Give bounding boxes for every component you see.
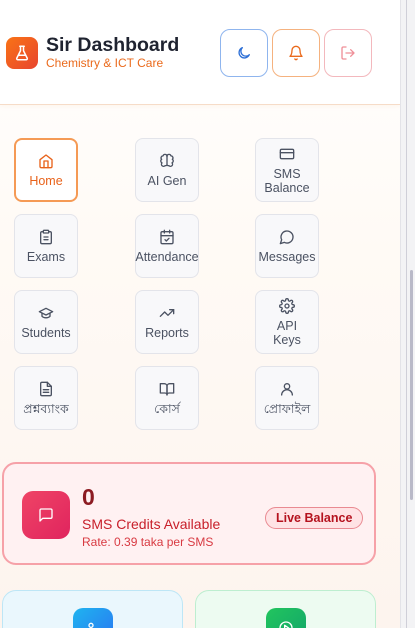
message-icon <box>22 491 70 539</box>
stat-card-green[interactable] <box>195 590 376 628</box>
bell-icon <box>289 45 303 61</box>
users-icon <box>73 608 113 628</box>
menu-item-label: Students <box>21 325 71 340</box>
menu-item-sms-balance[interactable]: SMS Balance <box>255 138 319 202</box>
play-icon <box>266 608 306 628</box>
menu-item-ai-gen[interactable]: AI Gen <box>135 138 199 202</box>
menu-item-label: Attendance <box>135 249 199 264</box>
app-title: Sir Dashboard <box>46 34 180 56</box>
scrollbar-thumb[interactable] <box>410 270 413 500</box>
calendar-check-icon <box>160 229 174 244</box>
menu-item-label: API Keys <box>273 318 301 347</box>
menu-item-label: SMS Balance <box>264 166 310 195</box>
menu-item-course[interactable]: কোর্স <box>135 366 199 430</box>
menu-item-attendance[interactable]: Attendance <box>135 214 199 278</box>
theme-toggle-button[interactable] <box>220 29 268 77</box>
clipboard-icon <box>40 229 52 244</box>
menu-item-students[interactable]: Students <box>14 290 78 354</box>
menu-item-label: প্রশ্নব্যাংক <box>23 401 69 416</box>
sms-rate-text: Rate: 0.39 taka per SMS <box>82 535 214 549</box>
menu-item-label: কোর্স <box>154 401 180 416</box>
menu-item-profile[interactable]: প্রোফাইল <box>255 366 319 430</box>
notifications-button[interactable] <box>272 29 320 77</box>
menu-item-home[interactable]: Home <box>14 138 78 202</box>
moon-icon <box>238 47 250 59</box>
sms-credit-count: 0 <box>82 484 95 510</box>
user-icon <box>281 382 293 396</box>
app-root: Sir Dashboard Chemistry & ICT Care Home <box>0 0 400 628</box>
gear-icon <box>279 297 295 314</box>
menu-item-label: Messages <box>258 249 316 264</box>
flask-logo-icon <box>6 37 38 69</box>
scrollbar-divider <box>406 0 407 628</box>
live-balance-badge: Live Balance <box>265 507 364 529</box>
credit-card-icon <box>279 148 295 159</box>
logout-icon <box>341 46 355 60</box>
menu-item-exams[interactable]: Exams <box>14 214 78 278</box>
stat-card-blue[interactable] <box>2 590 183 628</box>
chat-bubble-icon <box>279 229 294 244</box>
graduation-cap-icon <box>38 307 54 318</box>
menu-item-label: প্রোফাইল <box>263 401 311 416</box>
menu-item-label: Home <box>29 173 63 188</box>
book-icon <box>159 382 175 396</box>
brain-icon <box>160 153 174 167</box>
menu-item-api-keys[interactable]: API Keys <box>255 290 319 354</box>
menu-item-messages[interactable]: Messages <box>255 214 319 278</box>
app-header: Sir Dashboard Chemistry & ICT Care <box>0 0 400 105</box>
trending-up-icon <box>159 308 175 317</box>
menu-item-reports[interactable]: Reports <box>135 290 199 354</box>
menu-item-label: Reports <box>145 325 189 340</box>
home-icon <box>39 153 53 168</box>
document-icon <box>40 381 52 396</box>
logout-button[interactable] <box>324 29 372 77</box>
menu-item-question-bank[interactable]: প্রশ্নব্যাংক <box>14 366 78 430</box>
menu-item-label: Exams <box>26 249 66 264</box>
sms-credits-card: 0 SMS Credits Available Rate: 0.39 taka … <box>2 462 376 565</box>
menu-item-label: AI Gen <box>147 173 187 188</box>
app-subtitle: Chemistry & ICT Care <box>46 56 164 70</box>
sms-credit-label: SMS Credits Available <box>82 516 221 532</box>
